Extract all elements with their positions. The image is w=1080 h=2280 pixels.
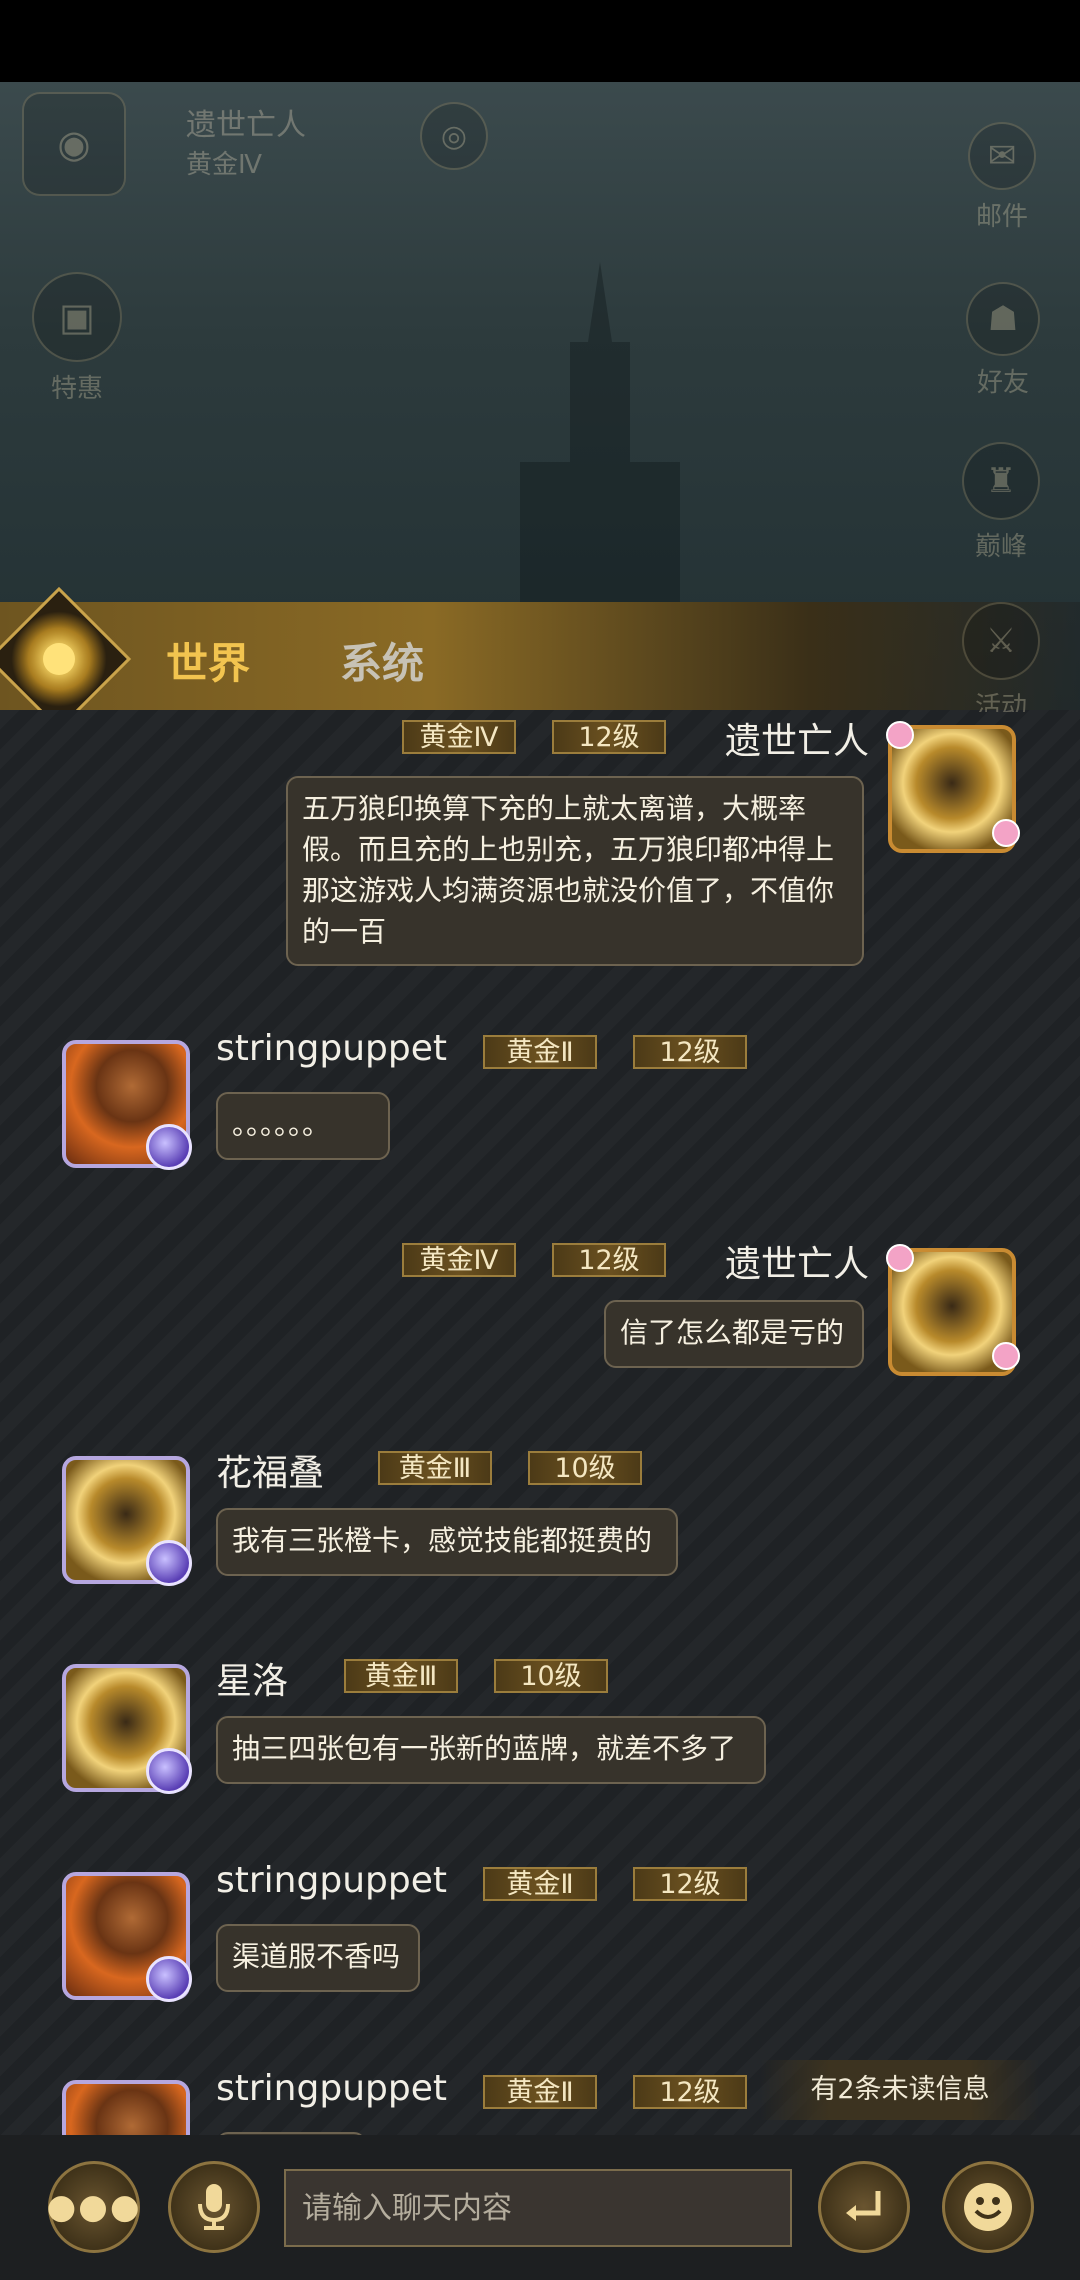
rank-badge: 黄金Ⅱ: [483, 2075, 597, 2109]
flower-icon: [992, 1342, 1020, 1370]
avatar[interactable]: [62, 1456, 192, 1586]
message-bubble: 信了怎么都是亏的: [604, 1300, 864, 1368]
message-bubble: 抽三四张包有一张新的蓝牌，就差不多了: [216, 1716, 766, 1784]
rank-badge: 黄金Ⅲ: [344, 1659, 458, 1693]
friends-label: 好友: [976, 368, 1029, 398]
hud-player-rank: 黄金Ⅳ: [186, 150, 262, 180]
send-icon: [846, 2191, 881, 2221]
sender-name: 星洛: [216, 1661, 289, 1702]
chat-channel-tabs: 世界 系统: [0, 586, 1080, 732]
tab-system[interactable]: 系统: [340, 630, 424, 691]
events-label: 活动: [974, 692, 1027, 712]
deals-button[interactable]: ▣ 特惠: [32, 272, 122, 405]
gift-box-icon: ▣: [32, 272, 122, 362]
level-badge: 10级: [528, 1451, 642, 1485]
hud-player-name: 遗世亡人: [186, 108, 306, 143]
sender-name: 遗世亡人: [725, 1244, 870, 1285]
deals-label: 特惠: [50, 374, 103, 404]
level-badge: 12级: [552, 720, 666, 754]
sender-name: 遗世亡人: [725, 721, 870, 762]
avatar[interactable]: [62, 1664, 192, 1794]
sender-name: 花福叠: [216, 1453, 325, 1494]
rank-badge: 黄金Ⅳ: [402, 1243, 516, 1277]
send-button[interactable]: [818, 2161, 910, 2253]
chat-input-bar: ●●●: [0, 2135, 1080, 2280]
peak-button[interactable]: ♜ 巅峰: [962, 442, 1040, 563]
avatar[interactable]: [62, 2080, 190, 2135]
rank-badge: 黄金Ⅲ: [378, 1451, 492, 1485]
voice-button[interactable]: [168, 2161, 260, 2253]
peak-label: 巅峰: [974, 532, 1027, 562]
gem-icon: [146, 1956, 192, 2002]
status-bar: [0, 0, 1080, 82]
microphone-icon: [198, 2184, 230, 2230]
message-bubble: 五万狼印换算下充的上就太离谱，大概率假。而且充的上也别充，五万狼印都冲得上那这游…: [286, 776, 864, 966]
chat-message-list[interactable]: 遗世亡人 黄金Ⅳ 12级 五万狼印换算下充的上就太离谱，大概率假。而且充的上也别…: [0, 710, 1080, 2135]
mail-icon: ✉: [968, 122, 1036, 190]
level-badge: 12级: [633, 2075, 747, 2109]
flower-icon: [886, 1244, 914, 1272]
level-badge: 12级: [552, 1243, 666, 1277]
level-badge: 12级: [633, 1867, 747, 1901]
mail-label: 邮件: [975, 202, 1028, 232]
avatar[interactable]: [62, 1040, 192, 1170]
message-bubble: 渠道服不香吗: [216, 1924, 420, 1992]
emoji-icon: [964, 2183, 1012, 2231]
message-bubble: 我有三张橙卡，感觉技能都挺费的: [216, 1508, 678, 1576]
gem-icon: [146, 1748, 192, 1794]
sender-name: stringpuppet: [216, 1028, 447, 1069]
emoji-button[interactable]: [942, 2161, 1034, 2253]
sender-name: stringpuppet: [216, 2068, 447, 2109]
rank-badge: 黄金Ⅱ: [483, 1867, 597, 1901]
tab-world[interactable]: 世界: [166, 630, 250, 691]
flower-icon: [886, 721, 914, 749]
avatar[interactable]: [62, 1872, 192, 2002]
message-bubble: 。。。。。。: [216, 1092, 390, 1160]
more-icon: ●●●: [46, 2187, 142, 2227]
avatar[interactable]: [886, 1244, 1020, 1376]
rank-badge: 黄金Ⅳ: [402, 720, 516, 754]
mail-button[interactable]: ✉ 邮件: [968, 122, 1036, 233]
level-badge: 12级: [633, 1035, 747, 1069]
level-badge: 10级: [494, 1659, 608, 1693]
helmet-icon: ♜: [962, 442, 1040, 520]
gem-icon: [146, 1540, 192, 1586]
flower-icon: [992, 819, 1020, 847]
gem-icon: [146, 1124, 192, 1170]
more-button[interactable]: ●●●: [46, 2161, 142, 2253]
events-button[interactable]: ⚔ 活动: [962, 602, 1040, 712]
chat-input[interactable]: [284, 2169, 792, 2247]
rank-badge: 黄金Ⅱ: [483, 1035, 597, 1069]
player-avatar[interactable]: ◉: [22, 92, 126, 202]
friends-icon: ☗: [966, 282, 1040, 356]
eye-icon[interactable]: ◎: [420, 102, 488, 176]
sender-name: stringpuppet: [216, 1860, 447, 1901]
friends-button[interactable]: ☗ 好友: [966, 282, 1040, 399]
events-icon: ⚔: [962, 602, 1040, 680]
avatar[interactable]: [886, 721, 1020, 853]
unread-messages-notice[interactable]: 有2条未读信息: [760, 2060, 1040, 2120]
